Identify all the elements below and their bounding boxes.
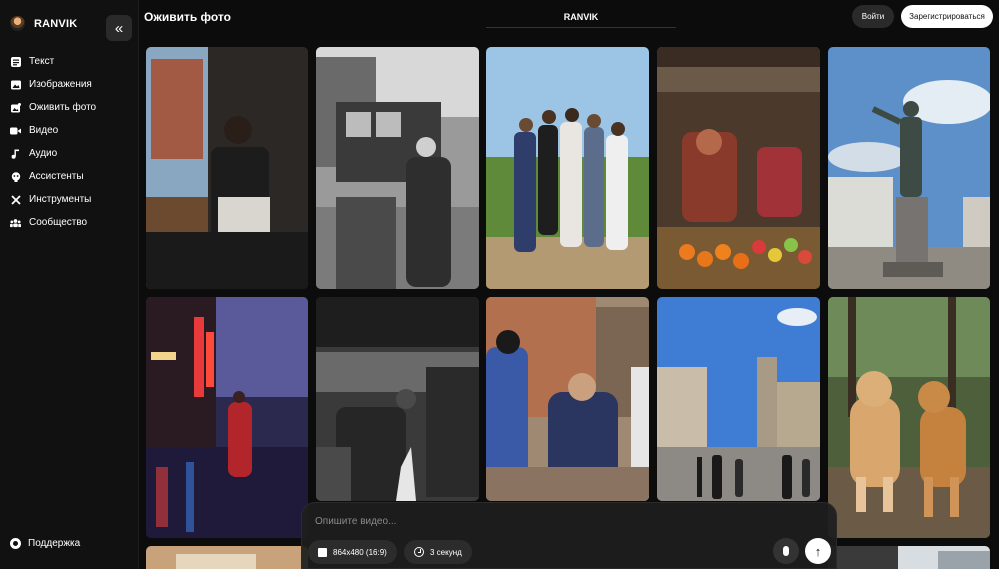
prompt-panel: 864x480 (16:9) 3 секунд ↑ [301, 502, 837, 569]
gallery-item-monument[interactable] [828, 47, 990, 289]
video-icon [10, 125, 21, 136]
sidebar-item-label: Ассистенты [29, 171, 84, 182]
sidebar-item-label: Текст [29, 56, 55, 67]
double-chevron-left-icon: « [114, 19, 124, 37]
page-title: Оживить фото [144, 10, 231, 24]
header-divider [486, 27, 676, 28]
duration-label: 3 секунд [430, 547, 462, 557]
collapse-sidebar-button[interactable]: « [106, 15, 132, 41]
signup-button[interactable]: Зарегистрироваться [901, 5, 993, 28]
support-label: Поддержка [28, 538, 81, 549]
sidebar-item-audio[interactable]: Аудио [10, 142, 134, 165]
sidebar-item-text[interactable]: Текст [10, 50, 134, 73]
support-link[interactable]: Поддержка [10, 538, 80, 549]
resolution-selector[interactable]: 864x480 (16:9) [308, 540, 397, 564]
gallery-item-tram-woman[interactable] [316, 47, 479, 289]
sidebar-item-community[interactable]: Сообщество [10, 211, 134, 234]
login-button[interactable]: Войти [852, 5, 894, 28]
lifebuoy-icon [10, 538, 21, 549]
community-icon [10, 217, 21, 228]
image-icon [10, 79, 21, 90]
sidebar-item-label: Оживить фото [29, 102, 97, 113]
gallery-item-cafe-man[interactable] [146, 47, 308, 289]
brand-name: RANVIK [34, 17, 78, 30]
music-icon [10, 148, 21, 159]
gallery-item-city-avenue[interactable] [657, 297, 820, 501]
sidebar-item-label: Изображения [29, 79, 92, 90]
sidebar-item-assistants[interactable]: Ассистенты [10, 165, 134, 188]
sidebar-item-label: Видео [29, 125, 59, 136]
sidebar-item-label: Аудио [29, 148, 58, 159]
sidebar-item-images[interactable]: Изображения [10, 73, 134, 96]
video-prompt-input[interactable] [315, 513, 755, 529]
sidebar-item-label: Инструменты [29, 194, 92, 205]
tools-icon [10, 194, 21, 205]
sidebar: RANVIK « Текст Изображения Оживить фото … [0, 0, 139, 569]
sidebar-item-label: Сообщество [29, 217, 88, 228]
brand-logo-icon [10, 16, 25, 31]
brand[interactable]: RANVIK [10, 16, 77, 31]
duration-selector[interactable]: 3 секунд [404, 540, 472, 564]
gallery-item-friends-field[interactable] [486, 47, 649, 289]
microphone-icon [783, 546, 789, 556]
gallery-item-market-fruit[interactable] [657, 47, 820, 289]
text-icon [10, 56, 21, 67]
header-brand: RANVIK [563, 12, 599, 22]
animate-photo-icon [10, 102, 21, 113]
send-button[interactable]: ↑ [805, 538, 831, 564]
sidebar-nav: Текст Изображения Оживить фото Видео Ауд… [10, 50, 134, 234]
voice-input-button[interactable] [773, 538, 799, 564]
gallery-item-interior[interactable] [146, 546, 308, 569]
gallery-item-two-dogs[interactable] [828, 297, 990, 538]
sidebar-item-video[interactable]: Видео [10, 119, 134, 142]
assistant-icon [10, 171, 21, 182]
arrow-up-icon: ↑ [814, 543, 822, 559]
resolution-label: 864x480 (16:9) [333, 547, 387, 557]
sidebar-item-tools[interactable]: Инструменты [10, 188, 134, 211]
aspect-ratio-icon [318, 547, 327, 557]
gallery-item-factory-worker[interactable] [316, 297, 479, 501]
gallery-item-houses[interactable] [828, 546, 990, 569]
sidebar-item-animate-photo[interactable]: Оживить фото [10, 96, 134, 119]
gallery-item-night-street[interactable] [146, 297, 308, 538]
gallery-item-old-woman-boy[interactable] [486, 297, 649, 501]
clock-icon [414, 547, 424, 557]
